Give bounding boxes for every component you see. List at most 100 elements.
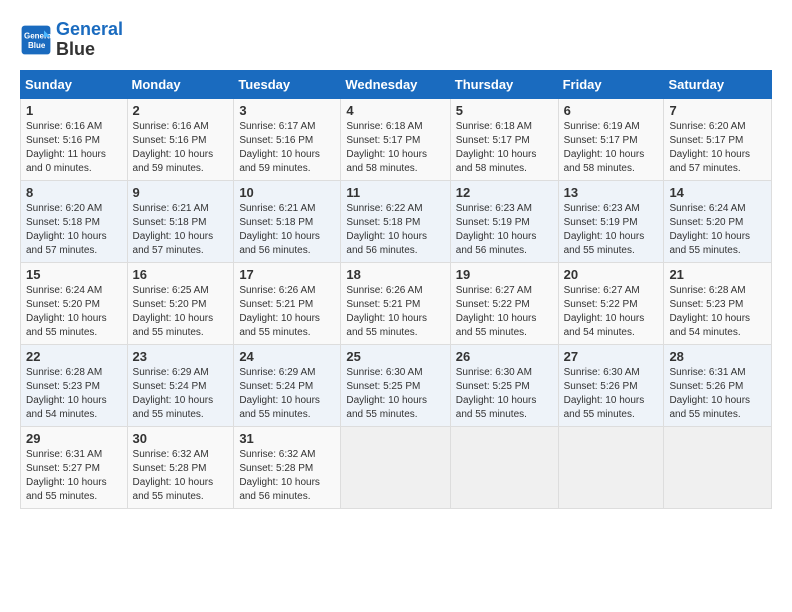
calendar-cell: 16Sunrise: 6:25 AM Sunset: 5:20 PM Dayli… (127, 262, 234, 344)
day-number: 5 (456, 103, 553, 118)
calendar-cell (558, 426, 664, 508)
calendar-week-5: 29 Sunrise: 6:31 AM Sunset: 5:27 PM Dayli… (21, 426, 772, 508)
weekday-header-tuesday: Tuesday (234, 70, 341, 98)
day-number: 7 (669, 103, 766, 118)
day-info: Sunrise: 6:16 AM Sunset: 5:16 PM Dayligh… (133, 120, 229, 176)
calendar-table: SundayMondayTuesdayWednesdayThursdayFrid… (20, 70, 772, 509)
day-info: Sunrise: 6:29 AM Sunset: 5:24 PM Dayligh… (133, 366, 229, 422)
calendar-cell: 4 Sunrise: 6:18 AM Sunset: 5:17 PM Daylig… (341, 98, 450, 180)
weekday-header-monday: Monday (127, 70, 234, 98)
calendar-week-3: 15 Sunrise: 6:24 AM Sunset: 5:20 PM Dayli… (21, 262, 772, 344)
day-info: Sunrise: 6:28 AM Sunset: 5:23 PM Dayligh… (26, 366, 122, 422)
weekday-header-wednesday: Wednesday (341, 70, 450, 98)
day-number: 14 (669, 185, 766, 200)
day-info: Sunrise: 6:21 AM Sunset: 5:18 PM Dayligh… (133, 202, 229, 258)
day-info: Sunrise: 6:26 AM Sunset: 5:21 PM Dayligh… (239, 284, 335, 340)
calendar-cell: 17 Sunrise: 6:26 AM Sunset: 5:21 PM Dayli… (234, 262, 341, 344)
calendar-cell (341, 426, 450, 508)
day-number: 25 (346, 349, 444, 364)
calendar-cell: 19 Sunrise: 6:27 AM Sunset: 5:22 PM Dayli… (450, 262, 558, 344)
day-info: Sunrise: 6:21 AM Sunset: 5:18 PM Dayligh… (239, 202, 335, 258)
calendar-cell: 7 Sunrise: 6:20 AM Sunset: 5:17 PM Daylig… (664, 98, 772, 180)
day-number: 11 (346, 185, 444, 200)
day-info: Sunrise: 6:25 AM Sunset: 5:20 PM Dayligh… (133, 284, 229, 340)
day-info: Sunrise: 6:27 AM Sunset: 5:22 PM Dayligh… (456, 284, 553, 340)
calendar-body: 1 Sunrise: 6:16 AM Sunset: 5:16 PM Daylig… (21, 98, 772, 508)
day-info: Sunrise: 6:31 AM Sunset: 5:26 PM Dayligh… (669, 366, 766, 422)
day-info: Sunrise: 6:28 AM Sunset: 5:23 PM Dayligh… (669, 284, 766, 340)
day-number: 8 (26, 185, 122, 200)
day-info: Sunrise: 6:32 AM Sunset: 5:28 PM Dayligh… (239, 448, 335, 504)
calendar-cell: 6Sunrise: 6:19 AM Sunset: 5:17 PM Daylig… (558, 98, 664, 180)
calendar-cell: 18Sunrise: 6:26 AM Sunset: 5:21 PM Dayli… (341, 262, 450, 344)
day-info: Sunrise: 6:17 AM Sunset: 5:16 PM Dayligh… (239, 120, 335, 176)
weekday-header-sunday: Sunday (21, 70, 128, 98)
day-number: 23 (133, 349, 229, 364)
day-number: 19 (456, 267, 553, 282)
day-info: Sunrise: 6:24 AM Sunset: 5:20 PM Dayligh… (669, 202, 766, 258)
calendar-week-4: 22 Sunrise: 6:28 AM Sunset: 5:23 PM Dayli… (21, 344, 772, 426)
svg-text:Blue: Blue (28, 41, 46, 50)
calendar-week-1: 1 Sunrise: 6:16 AM Sunset: 5:16 PM Daylig… (21, 98, 772, 180)
logo-icon: General Blue (20, 24, 52, 56)
day-info: Sunrise: 6:23 AM Sunset: 5:19 PM Dayligh… (564, 202, 659, 258)
calendar-cell: 15 Sunrise: 6:24 AM Sunset: 5:20 PM Dayli… (21, 262, 128, 344)
weekday-header-thursday: Thursday (450, 70, 558, 98)
calendar-cell: 22 Sunrise: 6:28 AM Sunset: 5:23 PM Dayli… (21, 344, 128, 426)
logo: General Blue GeneralBlue (20, 20, 123, 60)
calendar-cell: 5Sunrise: 6:18 AM Sunset: 5:17 PM Daylig… (450, 98, 558, 180)
day-info: Sunrise: 6:29 AM Sunset: 5:24 PM Dayligh… (239, 366, 335, 422)
day-info: Sunrise: 6:18 AM Sunset: 5:17 PM Dayligh… (346, 120, 444, 176)
day-number: 9 (133, 185, 229, 200)
calendar-cell: 23 Sunrise: 6:29 AM Sunset: 5:24 PM Dayli… (127, 344, 234, 426)
calendar-cell: 21 Sunrise: 6:28 AM Sunset: 5:23 PM Dayli… (664, 262, 772, 344)
day-number: 17 (239, 267, 335, 282)
day-number: 3 (239, 103, 335, 118)
day-number: 21 (669, 267, 766, 282)
day-number: 10 (239, 185, 335, 200)
day-number: 29 (26, 431, 122, 446)
day-number: 27 (564, 349, 659, 364)
day-number: 28 (669, 349, 766, 364)
day-info: Sunrise: 6:20 AM Sunset: 5:18 PM Dayligh… (26, 202, 122, 258)
day-info: Sunrise: 6:30 AM Sunset: 5:25 PM Dayligh… (346, 366, 444, 422)
day-number: 22 (26, 349, 122, 364)
calendar-cell: 26Sunrise: 6:30 AM Sunset: 5:25 PM Dayli… (450, 344, 558, 426)
day-number: 20 (564, 267, 659, 282)
calendar-cell: 31 Sunrise: 6:32 AM Sunset: 5:28 PM Dayli… (234, 426, 341, 508)
logo-text: GeneralBlue (56, 20, 123, 60)
day-info: Sunrise: 6:27 AM Sunset: 5:22 PM Dayligh… (564, 284, 659, 340)
calendar-cell: 3 Sunrise: 6:17 AM Sunset: 5:16 PM Daylig… (234, 98, 341, 180)
calendar-cell: 27 Sunrise: 6:30 AM Sunset: 5:26 PM Dayli… (558, 344, 664, 426)
calendar-cell: 24 Sunrise: 6:29 AM Sunset: 5:24 PM Dayli… (234, 344, 341, 426)
calendar-cell: 12 Sunrise: 6:23 AM Sunset: 5:19 PM Dayli… (450, 180, 558, 262)
day-info: Sunrise: 6:24 AM Sunset: 5:20 PM Dayligh… (26, 284, 122, 340)
day-number: 6 (564, 103, 659, 118)
calendar-cell (450, 426, 558, 508)
day-number: 30 (133, 431, 229, 446)
calendar-cell: 8 Sunrise: 6:20 AM Sunset: 5:18 PM Daylig… (21, 180, 128, 262)
day-number: 2 (133, 103, 229, 118)
day-number: 31 (239, 431, 335, 446)
day-number: 4 (346, 103, 444, 118)
calendar-cell (664, 426, 772, 508)
calendar-cell: 30Sunrise: 6:32 AM Sunset: 5:28 PM Dayli… (127, 426, 234, 508)
day-info: Sunrise: 6:20 AM Sunset: 5:17 PM Dayligh… (669, 120, 766, 176)
calendar-cell: 2 Sunrise: 6:16 AM Sunset: 5:16 PM Daylig… (127, 98, 234, 180)
day-number: 1 (26, 103, 122, 118)
day-number: 24 (239, 349, 335, 364)
day-info: Sunrise: 6:30 AM Sunset: 5:26 PM Dayligh… (564, 366, 659, 422)
calendar-header-row: SundayMondayTuesdayWednesdayThursdayFrid… (21, 70, 772, 98)
day-info: Sunrise: 6:23 AM Sunset: 5:19 PM Dayligh… (456, 202, 553, 258)
calendar-cell: 29 Sunrise: 6:31 AM Sunset: 5:27 PM Dayli… (21, 426, 128, 508)
calendar-cell: 10 Sunrise: 6:21 AM Sunset: 5:18 PM Dayli… (234, 180, 341, 262)
calendar-week-2: 8 Sunrise: 6:20 AM Sunset: 5:18 PM Daylig… (21, 180, 772, 262)
calendar-cell: 11 Sunrise: 6:22 AM Sunset: 5:18 PM Dayli… (341, 180, 450, 262)
day-info: Sunrise: 6:22 AM Sunset: 5:18 PM Dayligh… (346, 202, 444, 258)
day-number: 15 (26, 267, 122, 282)
day-info: Sunrise: 6:31 AM Sunset: 5:27 PM Dayligh… (26, 448, 122, 504)
day-number: 13 (564, 185, 659, 200)
day-number: 12 (456, 185, 553, 200)
weekday-header-saturday: Saturday (664, 70, 772, 98)
calendar-cell: 28 Sunrise: 6:31 AM Sunset: 5:26 PM Dayli… (664, 344, 772, 426)
